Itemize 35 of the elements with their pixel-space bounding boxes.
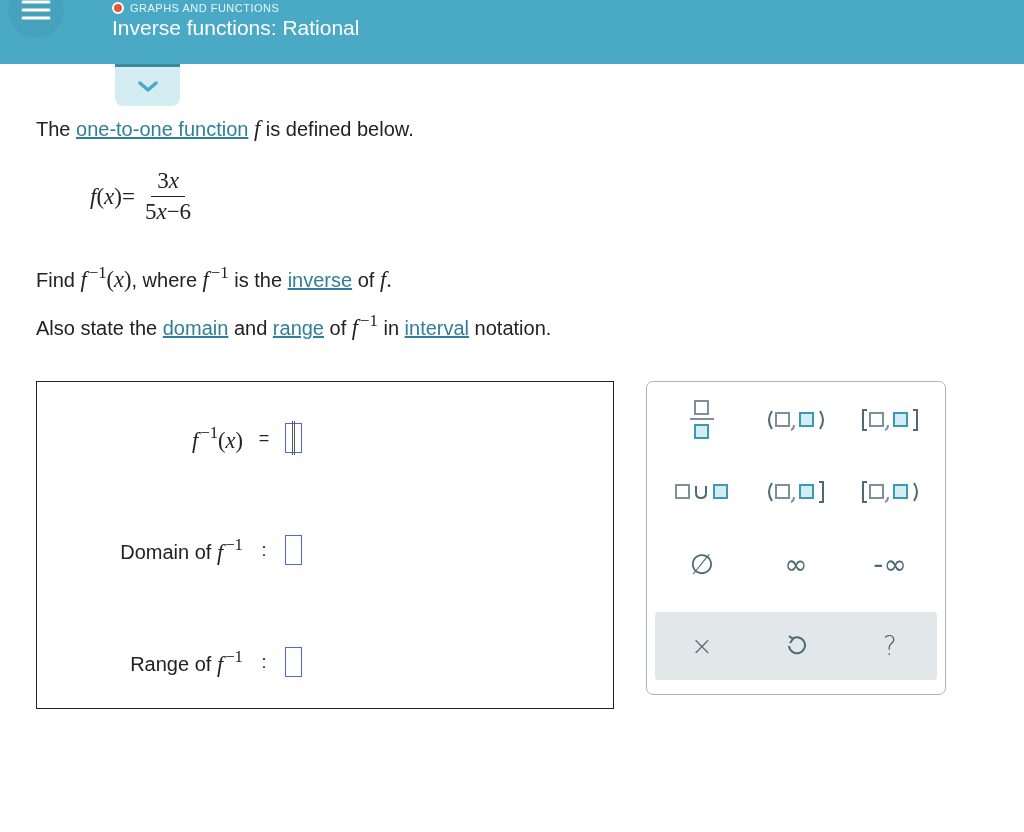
answer-label: f$^{−1}$(x) [192, 423, 243, 454]
chevron-down-icon [136, 80, 159, 93]
half-open-interval-icon [860, 480, 920, 505]
lesson-title: Inverse functions: Rational [112, 16, 360, 40]
symbol-key[interactable]: ∞ [776, 544, 816, 585]
link[interactable]: interval [404, 317, 470, 340]
problem-sentence: Also state the domain and range of f$^{−1}$ in interval notation. [36, 311, 553, 342]
link[interactable]: inverse [287, 269, 353, 292]
status-dot-icon [112, 2, 124, 14]
denominator: 5x−6 [143, 198, 193, 225]
problem-sentence: Find f$^{−1}$(x), where f$^{−1}$ is the inverse of f. [36, 263, 393, 294]
answer-field[interactable] [285, 423, 302, 454]
menu-icon [20, 0, 52, 21]
separator: : [261, 539, 267, 561]
answer-field[interactable] [285, 535, 302, 566]
symbol-key[interactable]: -∞ [870, 544, 910, 585]
problem-sentence: The one-to-one function f is defined below. [36, 116, 415, 142]
clear-button[interactable]: × [682, 626, 722, 667]
function-name: f(x)= [90, 183, 135, 210]
link[interactable]: range [272, 317, 324, 340]
topic-category: GRAPHS AND FUNCTIONS [130, 2, 280, 14]
answer-label: Domain of f$^{−1}$ [120, 535, 243, 566]
separator: : [261, 651, 267, 673]
answer-label: Range of f$^{−1}$ [130, 647, 243, 678]
separator: = [258, 427, 270, 449]
expand-button[interactable] [115, 64, 180, 106]
help-button[interactable]: ? [870, 626, 910, 667]
half-open-interval-icon [766, 480, 826, 505]
link[interactable]: domain [162, 317, 229, 340]
closed-interval-icon [860, 408, 920, 433]
open-interval-icon [766, 408, 826, 433]
symbol-key[interactable]: ∅ [682, 544, 722, 585]
link[interactable]: one-to-one function [76, 118, 249, 140]
answer-field[interactable] [285, 647, 302, 678]
numerator: 3x [151, 168, 185, 197]
